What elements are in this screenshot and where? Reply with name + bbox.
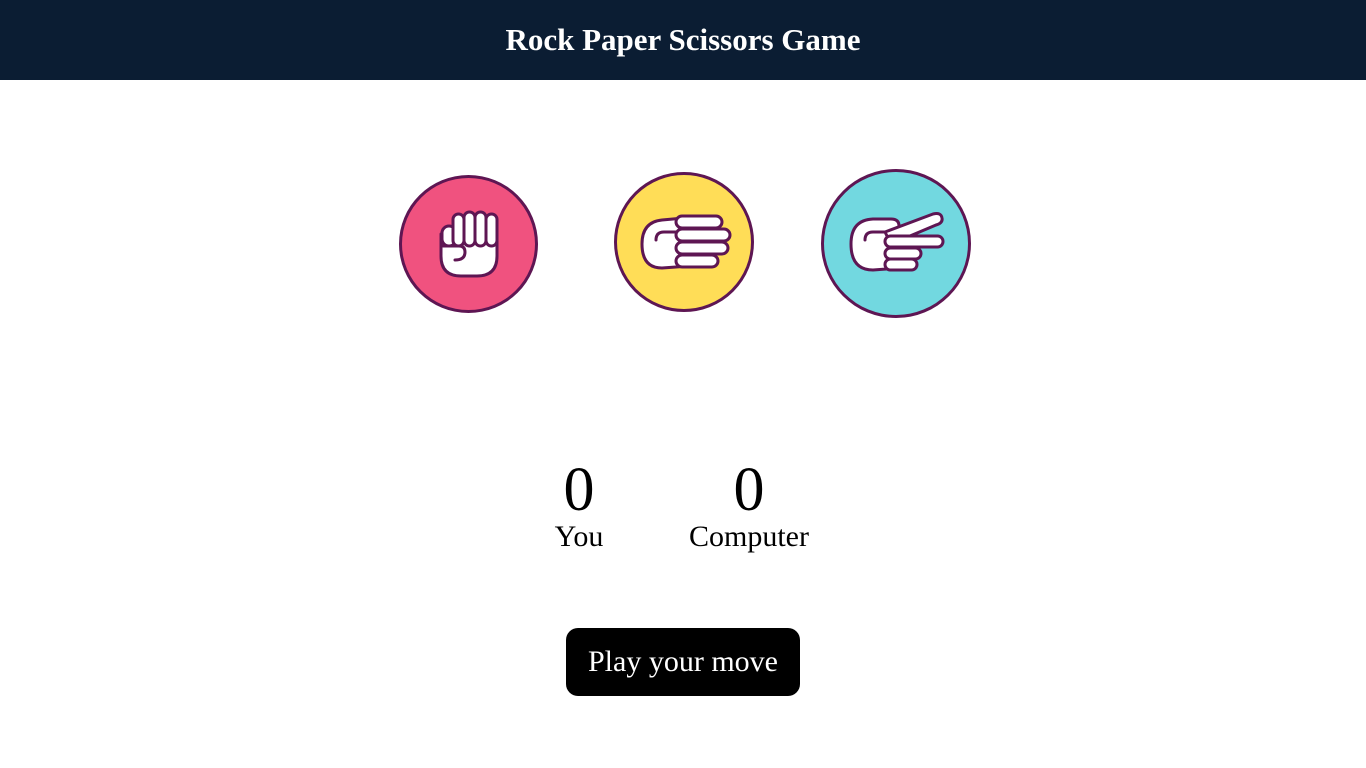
play-move-button[interactable]: Play your move <box>566 628 800 696</box>
flat-hand-icon <box>640 214 732 270</box>
scissors-choice-button[interactable] <box>821 169 971 318</box>
computer-score-label: Computer <box>689 520 809 553</box>
you-score-label: You <box>554 520 604 553</box>
page-title: Rock Paper Scissors Game <box>505 22 861 57</box>
you-score-panel: 0 You <box>529 455 629 555</box>
scissors-hand-icon <box>849 211 945 271</box>
fist-icon <box>439 210 498 278</box>
computer-score-value: 0 <box>733 456 765 524</box>
rock-choice-button[interactable] <box>399 175 538 313</box>
paper-choice-button[interactable] <box>614 172 754 312</box>
you-score-value: 0 <box>563 456 595 524</box>
header-bar: Rock Paper Scissors Game <box>0 0 1366 80</box>
computer-score-panel: 0 Computer <box>679 455 819 555</box>
